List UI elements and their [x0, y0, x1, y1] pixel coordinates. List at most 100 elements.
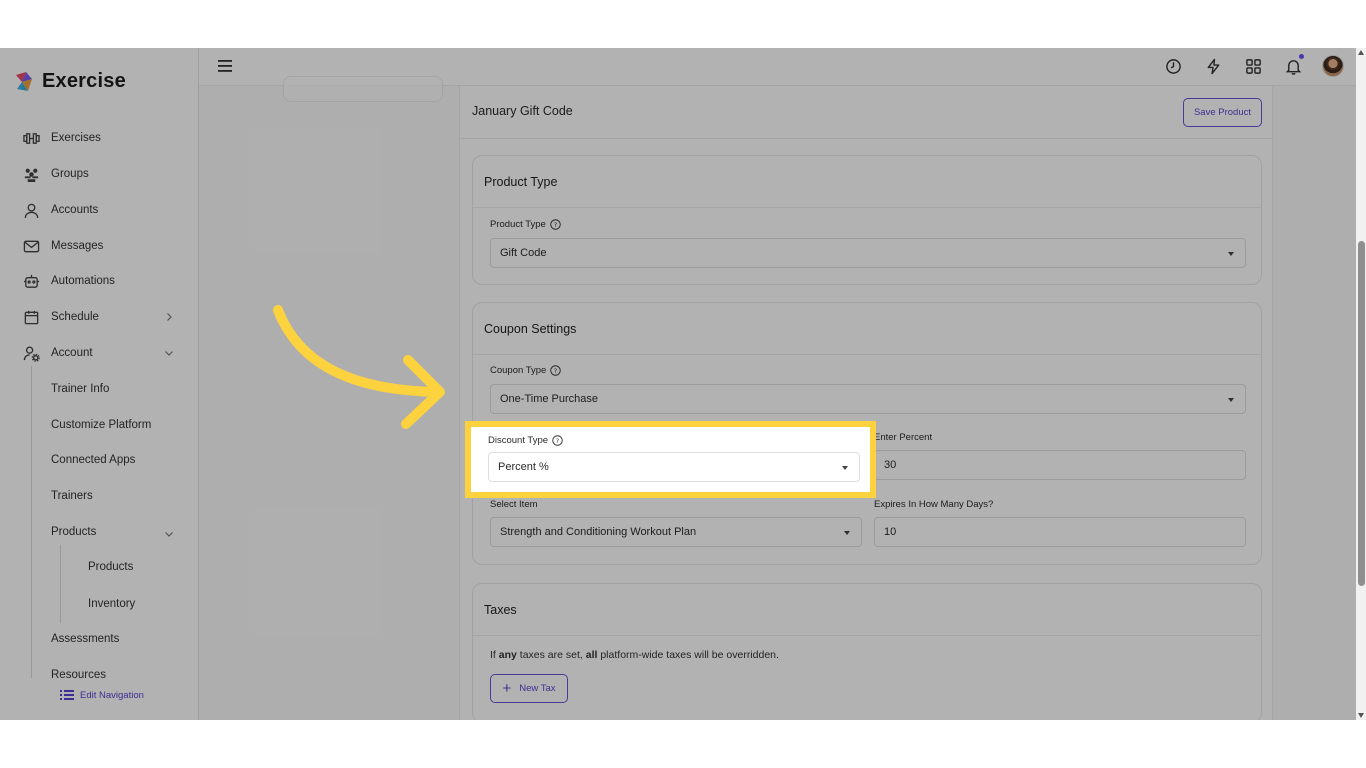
apps-button[interactable] [1242, 55, 1264, 77]
page-title: January Gift Code [472, 104, 573, 118]
note-emphasis: all [585, 649, 598, 661]
product-editor: January Gift Code Save Product Product T… [459, 86, 1273, 720]
taxes-card: Taxes If any taxes are set, all platform… [472, 583, 1262, 720]
sidebar-item-customize-platform[interactable]: Customize Platform [51, 419, 151, 431]
user-gear-icon [23, 346, 40, 362]
caret-down-icon [1228, 252, 1234, 256]
groups-icon [24, 168, 38, 182]
sidebar-item-trainers[interactable]: Trainers [51, 490, 93, 502]
field-label-text: Product Type [490, 219, 546, 230]
sidebar-item-label: Messages [51, 240, 104, 252]
sidebar-item-exercises[interactable]: Exercises [22, 128, 101, 148]
user-menu-button[interactable] [1322, 55, 1344, 77]
highlight-box: Discount Type ? Percent % [465, 421, 876, 498]
select-value: Strength and Conditioning Workout Plan [500, 526, 697, 538]
mail-icon [23, 240, 39, 252]
clock-icon [1165, 58, 1181, 74]
sidebar-item-label: Accounts [51, 204, 99, 216]
sidebar-item-products[interactable]: Products [51, 526, 96, 538]
caret-down-icon [842, 466, 848, 470]
card-title: Product Type [473, 156, 1261, 208]
button-label: New Tax [519, 683, 556, 694]
sidebar-item-trainer-info[interactable]: Trainer Info [51, 383, 109, 395]
field-label-text: Coupon Type [490, 365, 547, 376]
edit-navigation-label: Edit Navigation [80, 689, 144, 701]
sidebar-item-inventory[interactable]: Inventory [88, 598, 135, 610]
sidebar-item-resources[interactable]: Resources [51, 669, 106, 681]
plus-icon: + [502, 680, 512, 697]
nav-subtree-line [60, 545, 61, 623]
sidebar-item-products-list[interactable]: Products [88, 561, 133, 573]
bell-icon [1285, 59, 1301, 75]
sidebar-item-connected-apps[interactable]: Connected Apps [51, 454, 135, 466]
sidebar-item-groups[interactable]: Groups [22, 164, 89, 184]
robot-icon [23, 274, 39, 288]
expires-label: Expires In How Many Days? [874, 499, 994, 510]
taxes-note: If any taxes are set, all platform-wide … [490, 649, 779, 661]
svg-text:?: ? [556, 437, 559, 445]
discount-type-select[interactable]: Percent % [488, 452, 860, 482]
product-type-card: Product Type Product Type ? Gift Code [472, 155, 1262, 285]
expires-days-input[interactable]: 10 [874, 517, 1246, 547]
coupon-type-select[interactable]: One-Time Purchase [490, 384, 1246, 414]
enter-percent-label: Enter Percent [874, 432, 933, 443]
scroll-up-icon[interactable] [1358, 50, 1364, 55]
sidebar-item-account[interactable]: Account [22, 343, 93, 363]
history-button[interactable] [1162, 55, 1184, 77]
product-type-select[interactable]: Gift Code [490, 238, 1246, 268]
card-title: Coupon Settings [473, 303, 1261, 355]
app-logo[interactable]: Exercise [14, 70, 126, 93]
sidebar-item-messages[interactable]: Messages [22, 236, 103, 256]
divider [460, 138, 1272, 139]
caret-down-icon [1228, 398, 1234, 402]
lightning-icon [1207, 58, 1219, 74]
sidebar-item-label: Exercises [51, 132, 101, 144]
nav-tree-line [31, 366, 32, 678]
chevron-right-icon[interactable] [164, 312, 174, 322]
notifications-button[interactable] [1282, 54, 1304, 77]
note-text: platform-wide taxes will be overridden. [600, 649, 779, 661]
scrollbar-thumb[interactable] [1358, 241, 1365, 586]
sidebar-item-label: Schedule [51, 311, 99, 323]
edit-navigation-link[interactable]: Edit Navigation [60, 689, 144, 701]
note-text: If [490, 649, 496, 661]
chevron-down-icon[interactable] [164, 348, 174, 358]
sidebar-item-automations[interactable]: Automations [22, 271, 115, 291]
note-emphasis: any [498, 649, 517, 661]
svg-text:?: ? [554, 221, 557, 229]
logo-icon [16, 71, 32, 91]
help-icon[interactable]: ? [550, 219, 561, 230]
select-value: One-Time Purchase [500, 393, 599, 405]
save-product-button[interactable]: Save Product [1183, 98, 1262, 127]
help-icon[interactable]: ? [550, 365, 562, 376]
note-text: taxes are set, [519, 649, 583, 661]
sidebar-item-accounts[interactable]: Accounts [22, 200, 98, 220]
coupon-type-label: Coupon Type ? [490, 365, 562, 376]
enter-percent-input[interactable]: 30 [874, 450, 1246, 480]
scrollbar[interactable] [1356, 48, 1366, 720]
select-item-label: Select Item [490, 499, 538, 510]
notification-badge [1299, 54, 1304, 59]
grid-icon [1245, 58, 1261, 74]
sidebar-item-assessments[interactable]: Assessments [51, 633, 119, 645]
pointer-arrow-icon [273, 305, 445, 429]
quick-actions-button[interactable] [1202, 55, 1224, 77]
scroll-down-icon[interactable] [1358, 713, 1364, 718]
select-value: Gift Code [500, 247, 547, 259]
sidebar-item-label: Automations [51, 275, 115, 287]
app-name: Exercise [42, 70, 126, 92]
new-tax-button[interactable]: + New Tax [490, 674, 568, 703]
help-icon[interactable]: ? [552, 435, 563, 446]
select-item-select[interactable]: Strength and Conditioning Workout Plan [490, 517, 862, 547]
svg-text:?: ? [554, 367, 557, 375]
top-bar-actions [1144, 54, 1344, 77]
calendar-icon [24, 310, 38, 324]
caret-down-icon [844, 531, 850, 535]
sidebar: Exercise Exercises Groups Accounts Messa… [0, 48, 199, 720]
menu-icon[interactable] [218, 60, 232, 72]
dumbbell-icon [22, 132, 40, 144]
chevron-down-icon[interactable] [164, 529, 174, 539]
sidebar-item-label: Groups [51, 168, 89, 180]
discount-type-label: Discount Type ? [488, 435, 563, 446]
sidebar-item-schedule[interactable]: Schedule [22, 307, 99, 327]
